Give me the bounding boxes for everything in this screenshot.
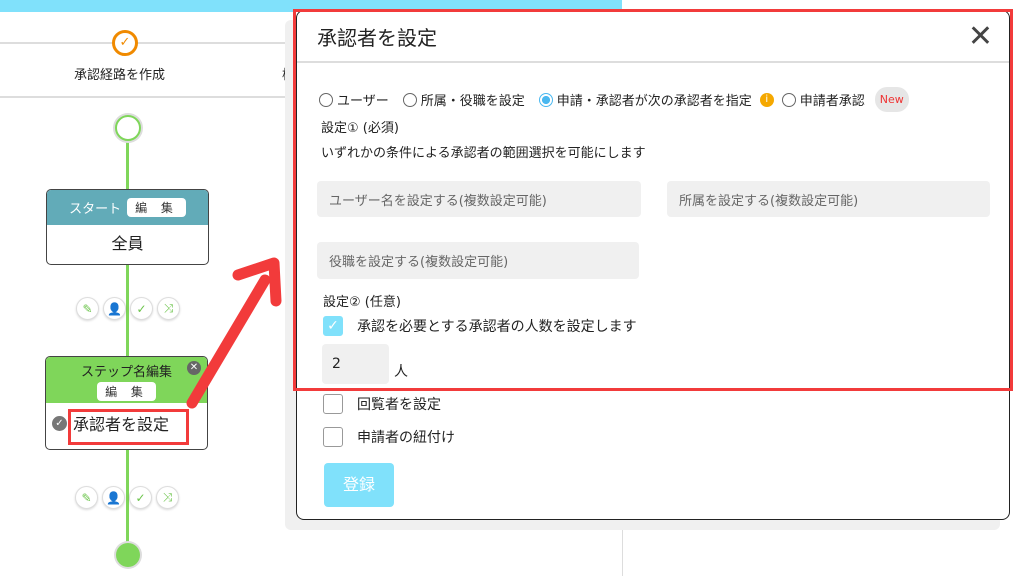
flow-end-circle — [116, 543, 140, 567]
shuffle-icon[interactable]: ⤨ — [157, 297, 180, 320]
viewer-label: 回覧者を設定 — [357, 397, 441, 413]
add-user-icon[interactable]: 👤 — [103, 297, 126, 320]
count-unit: 人 — [394, 364, 408, 380]
viewer-checkbox[interactable] — [323, 394, 343, 414]
radio-designate-next[interactable]: 申請・承認者が次の承認者を指定 — [538, 90, 752, 109]
start-node[interactable]: スタート編 集 全員 — [46, 189, 209, 265]
radio-user[interactable]: ユーザー — [319, 90, 389, 109]
shuffle-icon[interactable]: ⤨ — [156, 486, 179, 509]
setting1-title: 設定① (必須) — [321, 121, 399, 136]
divider — [622, 530, 623, 576]
radio-applicant-approval[interactable]: 申請者承認 — [781, 90, 865, 109]
close-icon[interactable]: ✕ — [968, 19, 993, 54]
setting1-description: いずれかの条件による承認者の範囲選択を可能にします — [321, 146, 646, 161]
require-count-checkbox[interactable]: ✓ — [323, 316, 343, 336]
user-input[interactable]: ユーザー名を設定する(複数設定可能) — [317, 181, 641, 217]
link-applicant-label: 申請者の紐付け — [357, 430, 455, 446]
info-icon[interactable]: i — [759, 92, 774, 107]
approver-modal: 承認者を設定 ✕ ユーザー 所属・役職を設定 申請・承認者が次の承認者を指定 i… — [296, 10, 1010, 520]
radio-dept-role[interactable]: 所属・役職を設定 — [402, 90, 525, 109]
modal-title: 承認者を設定 — [317, 25, 437, 50]
submit-button[interactable]: 登録 — [324, 463, 394, 507]
add-user-icon[interactable]: 👤 — [102, 486, 125, 509]
action-bar-1: ✎ 👤 ✓ ⤨ — [76, 297, 180, 320]
link-applicant-checkbox[interactable] — [323, 427, 343, 447]
approver-type-radios: ユーザー 所属・役職を設定 申請・承認者が次の承認者を指定 i 申請者承認 Ne… — [319, 87, 909, 112]
check-icon[interactable]: ✓ — [130, 297, 153, 320]
flow-start-circle — [115, 115, 141, 141]
start-node-title: スタート — [69, 202, 122, 217]
stepper-line — [0, 42, 285, 44]
step-node-body[interactable]: 承認者を設定 — [73, 411, 169, 435]
check-circle-icon: ✓ — [52, 415, 67, 431]
pencil-icon[interactable]: ✎ — [76, 297, 99, 320]
check-icon[interactable]: ✓ — [129, 486, 152, 509]
setting2-title: 設定② (任意) — [323, 295, 401, 310]
require-count-label: 承認を必要とする承認者の人数を設定します — [357, 319, 637, 335]
step-complete-icon: ✓ — [112, 30, 138, 56]
new-badge: New — [874, 87, 909, 112]
start-edit-button[interactable]: 編 集 — [127, 198, 186, 217]
step-edit-button[interactable]: 編 集 — [97, 382, 156, 401]
step-label: 承認経路を作成 — [74, 68, 166, 83]
dept-input[interactable]: 所属を設定する(複数設定可能) — [667, 181, 990, 217]
role-input[interactable]: 役職を設定する(複数設定可能) — [317, 242, 639, 279]
divider — [0, 96, 285, 98]
action-bar-2: ✎ 👤 ✓ ⤨ — [75, 486, 179, 509]
annotation-arrow — [186, 257, 282, 409]
pencil-icon[interactable]: ✎ — [75, 486, 98, 509]
count-input[interactable]: 2 — [322, 344, 389, 384]
